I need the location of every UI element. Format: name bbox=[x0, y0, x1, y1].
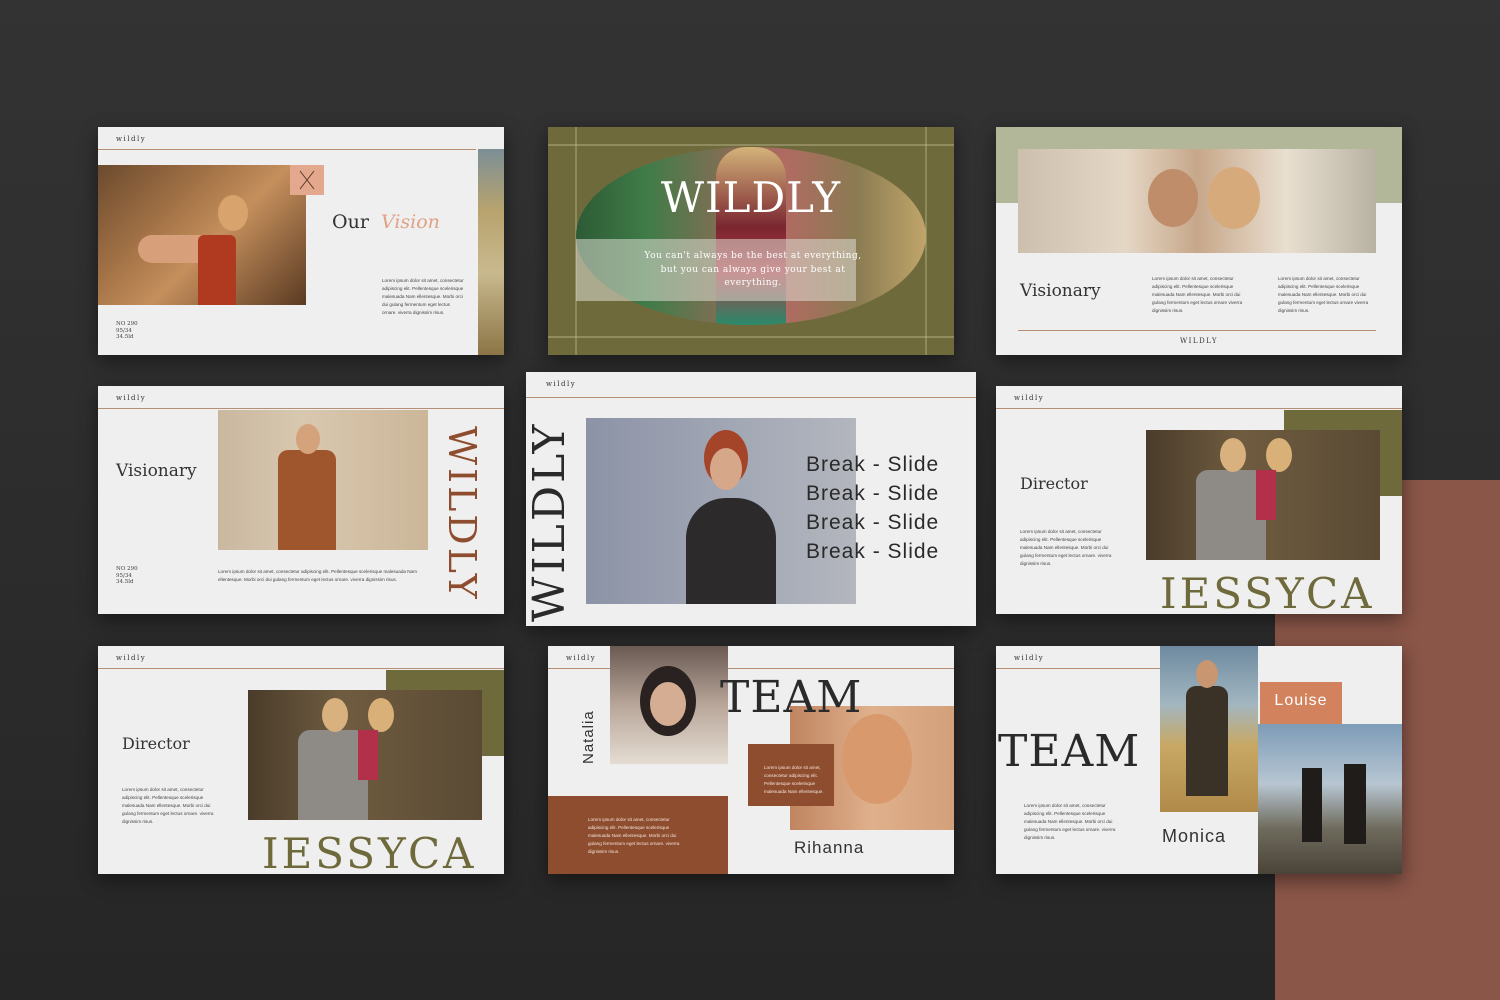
cover-quote: You can't always be the best at everythi… bbox=[644, 251, 862, 288]
label-text: Louise bbox=[1274, 692, 1328, 709]
body-text: Lorem ipsum dolor sit amet, consectetur … bbox=[1024, 803, 1116, 840]
divider bbox=[98, 408, 504, 409]
photo-woman-brown-coat bbox=[218, 410, 428, 550]
name-display: IESSYCA bbox=[1160, 569, 1375, 615]
brand-label: wildly bbox=[1014, 654, 1045, 662]
break-line: Break - Slide bbox=[806, 482, 940, 505]
body-text-bottom: Lorem ipsum dolor sit amet, consectetur … bbox=[588, 817, 680, 854]
brand-label: wildly bbox=[546, 380, 577, 388]
slide-title: Director bbox=[122, 734, 190, 753]
photo-two-women-director bbox=[1146, 430, 1380, 560]
team-title: TEAM bbox=[720, 672, 863, 723]
body-text-left: Lorem ipsum dolor sit amet, consectetur … bbox=[1152, 276, 1243, 313]
divider bbox=[526, 397, 976, 398]
slide-cover[interactable]: WILDLY You can't always be the best at e… bbox=[548, 127, 954, 355]
body-text-card: Lorem ipsum dolor sit amet, consectetur … bbox=[764, 765, 824, 794]
photo-two-women-director bbox=[248, 690, 482, 820]
vertical-brand: WILDLY bbox=[526, 421, 575, 622]
member-name: Rihanna bbox=[794, 838, 865, 857]
name-display: IESSYCA bbox=[262, 829, 477, 875]
vertical-brand: WILDLY bbox=[440, 426, 484, 602]
brand-label: wildly bbox=[116, 654, 147, 662]
brand-label: wildly bbox=[1014, 394, 1045, 402]
slide-director-mid[interactable]: wildly Director Lorem ipsum dolor sit am… bbox=[996, 386, 1402, 614]
slide-break[interactable]: wildly WILDLY Break - Slide Break - Slid… bbox=[526, 372, 976, 626]
team-title: TEAM bbox=[998, 726, 1141, 777]
slide-our-vision[interactable]: wildly Our Vision Lorem ipsum dolor sit … bbox=[98, 127, 504, 355]
break-lines: Break - Slide Break - Slide Break - Slid… bbox=[806, 450, 939, 566]
slide-visionary-mid[interactable]: wildly Visionary WILDLY NO 290 95/34 34.… bbox=[98, 386, 504, 614]
photo-two-kids bbox=[1018, 149, 1376, 253]
divider bbox=[996, 668, 1160, 669]
break-line: Break - Slide bbox=[806, 540, 940, 563]
photo-two-women-beach bbox=[1258, 724, 1402, 874]
divider bbox=[1018, 330, 1376, 331]
body-text: Lorem ipsum dolor sit amet, consectetur … bbox=[122, 787, 214, 824]
body-text-right: Lorem ipsum dolor sit amet, consectetur … bbox=[1278, 276, 1369, 313]
slide-director-bottom[interactable]: wildly Director Lorem ipsum dolor sit am… bbox=[98, 646, 504, 874]
slide-title: Director bbox=[1020, 474, 1088, 493]
title-main: Our bbox=[332, 211, 369, 233]
slide-meta: NO 290 95/34 34.5ld bbox=[116, 566, 138, 585]
slide-title: Visionary bbox=[1020, 281, 1101, 301]
divider bbox=[98, 668, 504, 669]
photo-woman-on-rock bbox=[98, 165, 306, 305]
slide-team-mid[interactable]: wildly Natalia TEAM Lorem ipsum dolor si… bbox=[548, 646, 954, 874]
divider bbox=[548, 668, 954, 669]
photo-natalia bbox=[610, 646, 728, 764]
footer-brand: WILDLY bbox=[1179, 337, 1219, 345]
divider bbox=[996, 408, 1402, 409]
break-line: Break - Slide bbox=[806, 453, 940, 476]
brand-label: wildly bbox=[116, 135, 147, 143]
close-icon[interactable] bbox=[290, 165, 324, 195]
brand-label: wildly bbox=[116, 394, 147, 402]
break-line: Break - Slide bbox=[806, 511, 940, 534]
slide-meta: NO 290 95/34 34.5ld bbox=[116, 321, 138, 340]
divider bbox=[98, 149, 476, 150]
slide-visionary-top[interactable]: Visionary Lorem ipsum dolor sit amet, co… bbox=[996, 127, 1402, 355]
body-text: Lorem ipsum dolor sit amet, consectetur … bbox=[218, 569, 417, 582]
member-name: Monica bbox=[1162, 826, 1227, 846]
slide-title: Our Vision bbox=[332, 211, 440, 233]
body-text: Lorem ipsum dolor sit amet, consectetur … bbox=[382, 278, 464, 315]
cover-title: WILDLY bbox=[660, 173, 842, 222]
photo-monica bbox=[1160, 646, 1258, 812]
photo-edge-strip bbox=[478, 149, 504, 355]
brand-label: wildly bbox=[566, 654, 597, 662]
slide-team-right[interactable]: wildly TEAM Lorem ipsum dolor sit amet, … bbox=[996, 646, 1402, 874]
title-accent: Vision bbox=[380, 211, 440, 233]
slide-title: Visionary bbox=[116, 461, 197, 481]
body-text: Lorem ipsum dolor sit amet, consectetur … bbox=[1020, 529, 1112, 566]
vertical-name: Natalia bbox=[580, 710, 597, 764]
